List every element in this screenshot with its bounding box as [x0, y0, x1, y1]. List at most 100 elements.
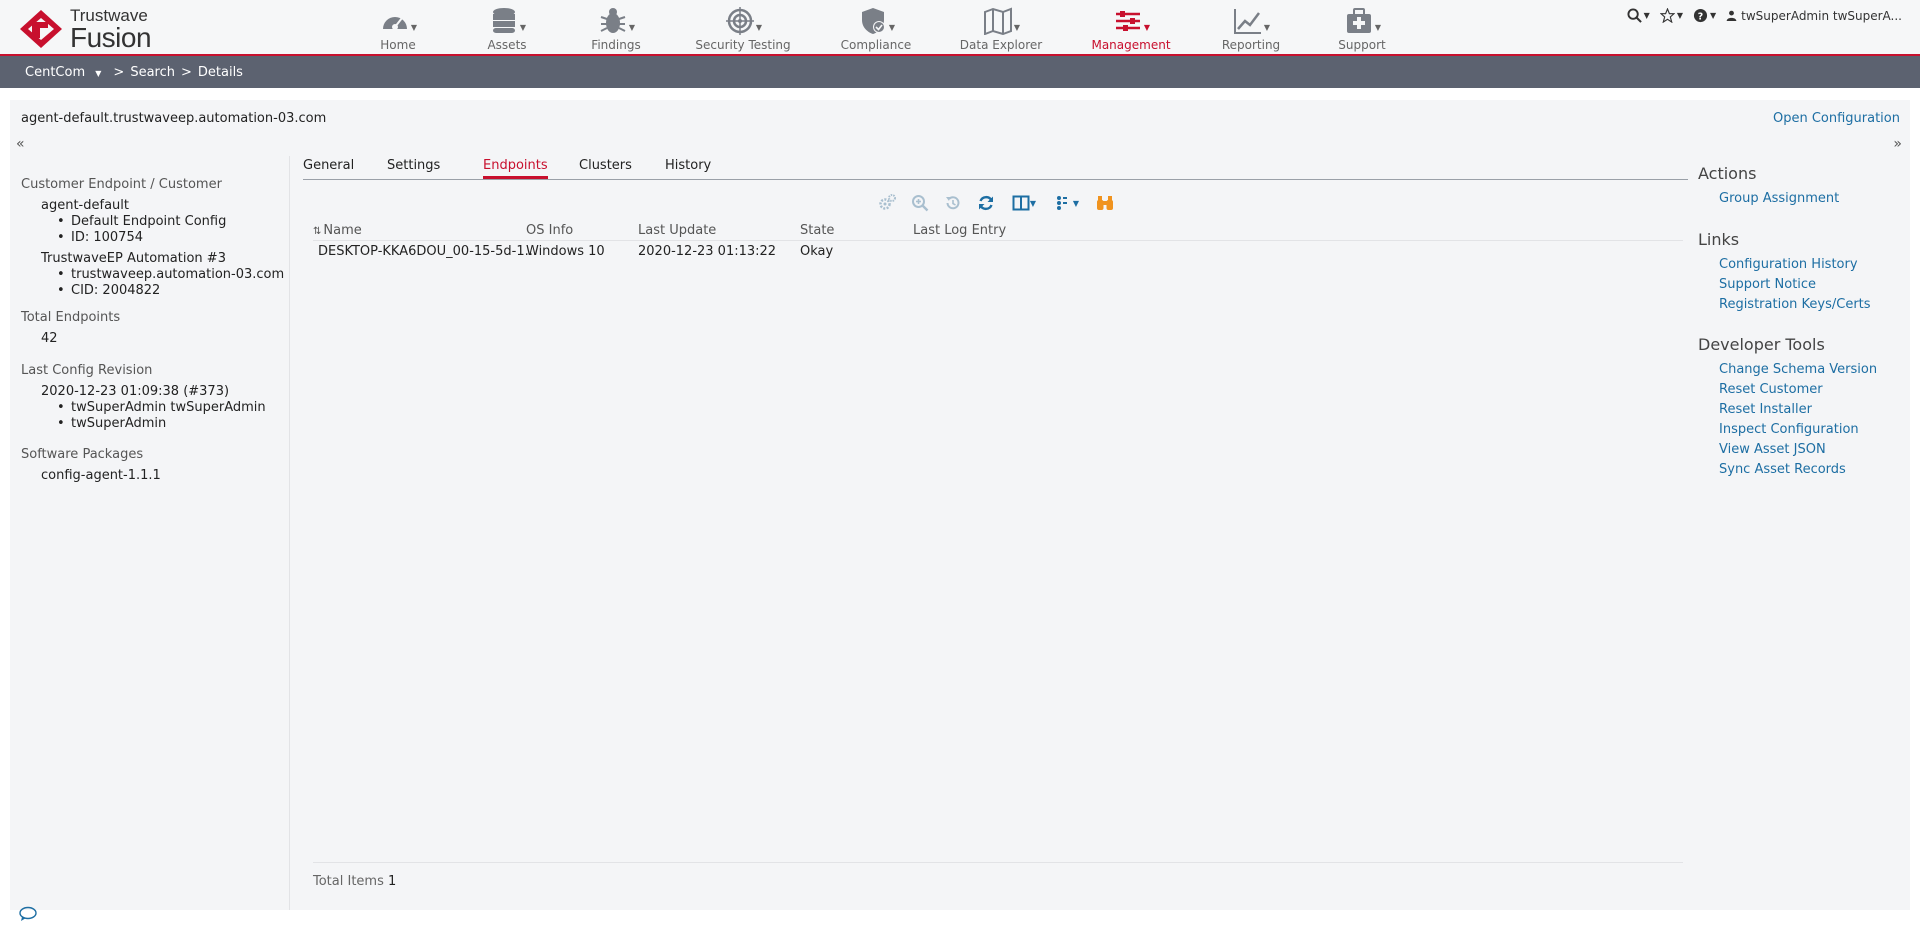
find-button[interactable] [1093, 192, 1117, 214]
breadcrumb-centcom-label: CentCom [25, 64, 86, 80]
nav-data-explorer-label: Data Explorer [959, 38, 1043, 52]
customer-id: ID: 100754 [57, 230, 143, 245]
customer-section-label: Customer Endpoint / Customer [21, 177, 222, 192]
column-header-last-update[interactable]: Last Update [638, 223, 716, 238]
favorites-menu[interactable]: ▼ [1659, 8, 1683, 23]
view-asset-json-link[interactable]: View Asset JSON [1719, 442, 1826, 457]
actions-heading: Actions [1698, 164, 1757, 183]
column-header-last-log-entry[interactable]: Last Log Entry [913, 223, 1006, 238]
refresh-icon [979, 195, 993, 211]
inspect-configuration-link[interactable]: Inspect Configuration [1719, 422, 1859, 437]
table-row[interactable]: DESKTOP-KKA6DOU_00-15-5d-1... Windows 10… [313, 241, 1683, 265]
detail-tabs: General Settings Endpoints Clusters Hist… [303, 156, 1688, 180]
breadcrumb-separator: > [113, 64, 125, 80]
user-icon [1726, 10, 1737, 21]
target-icon [725, 7, 754, 35]
chat-bubble-icon [19, 906, 37, 921]
nav-support-label: Support [1338, 38, 1386, 52]
nav-security-testing[interactable]: ▼ Security Testing [678, 6, 808, 52]
history-icon [946, 196, 960, 210]
star-icon [1659, 8, 1675, 23]
grid-toolbar: ▼ ▼ [875, 192, 1117, 214]
collapse-right-panel-icon[interactable]: » [1893, 136, 1902, 152]
tab-endpoints[interactable]: Endpoints [483, 158, 548, 179]
breadcrumb: CentCom ▼ > Search > Details [0, 56, 1920, 88]
cell-os-info: Windows 10 [526, 244, 605, 259]
reset-installer-link[interactable]: Reset Installer [1719, 402, 1812, 417]
chat-button[interactable] [17, 906, 39, 922]
column-header-name[interactable]: ⇅ Name [313, 223, 362, 238]
list-options-button[interactable]: ▼ [1050, 192, 1084, 214]
column-header-state[interactable]: State [800, 223, 834, 238]
customer-name: agent-default [41, 198, 129, 213]
database-icon [492, 8, 515, 33]
chevron-down-icon: ▼ [95, 68, 102, 78]
group-assignment-link[interactable]: Group Assignment [1719, 191, 1839, 206]
shield-check-icon [861, 8, 885, 34]
software-package-value: config-agent-1.1.1 [41, 468, 161, 483]
nav-security-testing-label: Security Testing [695, 38, 791, 52]
search-icon [1627, 8, 1642, 23]
nav-data-explorer[interactable]: ▼ Data Explorer [936, 6, 1066, 52]
medkit-icon [1346, 8, 1371, 33]
collapse-left-panel-icon[interactable]: « [16, 136, 25, 152]
nav-management[interactable]: ▼ Management [1066, 6, 1196, 52]
bug-icon [600, 8, 626, 33]
org-name: TrustwaveEP Automation #3 [41, 251, 226, 266]
registration-keys-certs-link[interactable]: Registration Keys/Certs [1719, 297, 1871, 312]
change-schema-version-link[interactable]: Change Schema Version [1719, 362, 1877, 377]
last-config-user: twSuperAdmin [57, 416, 166, 431]
line-chart-icon [1233, 9, 1261, 34]
user-name: twSuperAdmin twSuperA... [1741, 8, 1902, 23]
total-endpoints-value: 42 [41, 331, 58, 346]
total-endpoints-label: Total Endpoints [21, 310, 121, 325]
links-heading: Links [1698, 230, 1740, 249]
cell-state: Okay [800, 244, 834, 259]
customer-config: Default Endpoint Config [57, 214, 226, 229]
sort-icon: ⇅ [313, 226, 322, 237]
binoculars-icon [1097, 196, 1113, 210]
reset-customer-link[interactable]: Reset Customer [1719, 382, 1823, 397]
user-menu[interactable]: twSuperAdmin twSuperA... [1726, 9, 1902, 23]
top-navigation-bar: Trustwave Fusion ▼ Home ▼ Assets ▼ Findi… [0, 0, 1920, 56]
breadcrumb-search[interactable]: Search [130, 65, 175, 80]
configuration-history-link[interactable]: Configuration History [1719, 257, 1858, 272]
asset-details-panel: agent-default.trustwaveep.automation-03.… [10, 100, 1910, 910]
utility-menu: ▼ ▼ ? ▼ twSuperAdmin twSuperA... [1627, 8, 1902, 23]
last-config-label: Last Config Revision [21, 363, 153, 378]
table-footer-divider [313, 862, 1683, 863]
nav-compliance-label: Compliance [840, 38, 912, 52]
zoom-in-icon [912, 195, 929, 212]
tab-clusters[interactable]: Clusters [579, 158, 632, 173]
tab-general[interactable]: General [303, 158, 354, 173]
help-menu[interactable]: ? ▼ [1693, 8, 1716, 23]
sync-asset-records-link[interactable]: Sync Asset Records [1719, 462, 1846, 477]
columns-button[interactable]: ▼ [1007, 192, 1041, 214]
endpoints-table-header: ⇅ Name OS Info Last Update State Last Log… [313, 220, 1683, 241]
tab-settings[interactable]: Settings [387, 158, 440, 173]
last-config-user: twSuperAdmin twSuperAdmin [57, 400, 266, 415]
zoom-button[interactable] [908, 192, 932, 214]
column-header-os-info[interactable]: OS Info [526, 223, 573, 238]
column-header-name-label: Name [323, 223, 362, 238]
refresh-button[interactable] [974, 192, 998, 214]
nav-compliance[interactable]: ▼ Compliance [811, 6, 941, 52]
total-items-count: 1 [388, 874, 397, 889]
gears-icon [879, 194, 896, 210]
configure-button[interactable] [875, 192, 899, 214]
open-configuration-link[interactable]: Open Configuration [1773, 111, 1900, 126]
nav-findings-label: Findings [591, 38, 641, 52]
global-search-menu[interactable]: ▼ [1627, 8, 1650, 23]
breadcrumb-centcom[interactable]: CentCom ▼ [25, 65, 107, 80]
nav-findings[interactable]: ▼ Findings [551, 6, 681, 52]
cell-last-update: 2020-12-23 01:13:22 [638, 244, 777, 259]
columns-icon [1012, 195, 1030, 211]
nav-management-label: Management [1091, 38, 1171, 52]
tab-history[interactable]: History [665, 158, 711, 173]
software-packages-label: Software Packages [21, 447, 144, 462]
nav-support[interactable]: ▼ Support [1297, 6, 1427, 52]
support-notice-link[interactable]: Support Notice [1719, 277, 1816, 292]
history-button[interactable] [941, 192, 965, 214]
breadcrumb-details: Details [197, 64, 243, 80]
sliders-icon [1115, 11, 1140, 31]
